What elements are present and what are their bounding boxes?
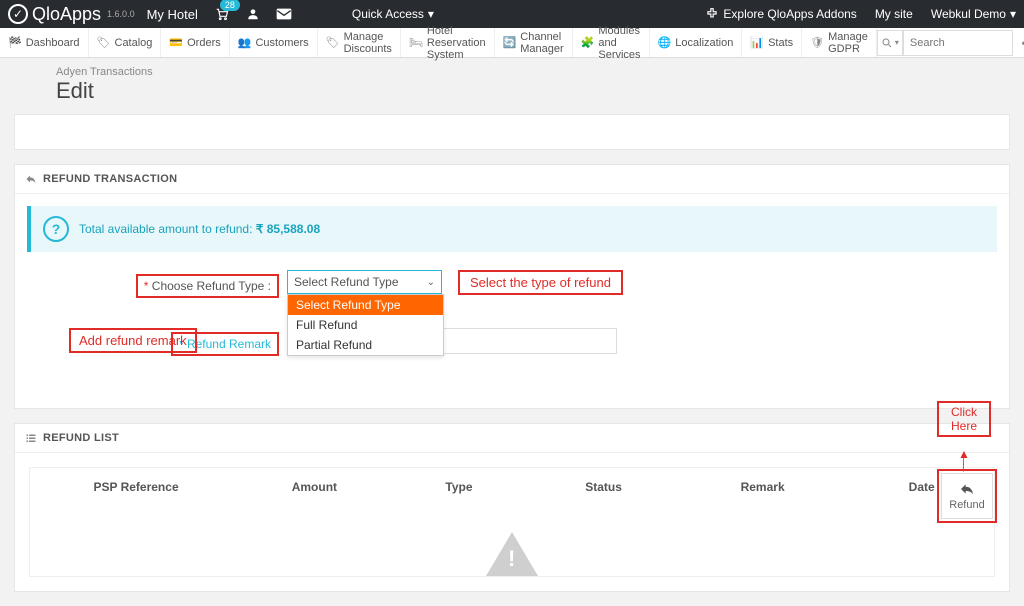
info-total-refund: ? Total available amount to refund: ₹ 85… bbox=[27, 206, 997, 252]
page-title: Edit bbox=[56, 78, 1024, 104]
warning-icon bbox=[486, 532, 538, 576]
nav-label: Modules and Services bbox=[598, 25, 640, 61]
nav-discounts[interactable]: 🏷 Manage Discounts bbox=[318, 28, 401, 57]
table-header: PSP Reference Amount Type Status Remark … bbox=[30, 468, 994, 506]
refresh-icon: 🔄 bbox=[503, 36, 517, 49]
panel-heading-list: REFUND LIST bbox=[15, 424, 1009, 453]
explore-label: Explore QloApps Addons bbox=[723, 7, 856, 21]
info-amount: ₹ 85,588.08 bbox=[256, 222, 320, 236]
annotation-select-type: Select the type of refund bbox=[458, 270, 623, 295]
nav-modules[interactable]: 🧩Modules and Services bbox=[573, 28, 650, 57]
nav-label: Manage Discounts bbox=[344, 31, 392, 55]
mail-icon[interactable] bbox=[276, 8, 292, 20]
card-icon: 💳 bbox=[169, 36, 183, 49]
refund-type-dropdown: Select Refund Type Full Refund Partial R… bbox=[287, 294, 444, 356]
nav-orders[interactable]: 💳 Orders bbox=[161, 28, 229, 57]
nav-label: Catalog bbox=[115, 37, 153, 49]
mysite-link[interactable]: My site bbox=[875, 7, 913, 21]
hotel-link[interactable]: My Hotel bbox=[147, 7, 198, 22]
cart-icon[interactable]: 28 bbox=[214, 7, 230, 21]
list-icon bbox=[25, 432, 37, 444]
globe-icon: 🌐 bbox=[658, 36, 672, 49]
nav-dashboard[interactable]: 🏁 Dashboard bbox=[0, 28, 89, 57]
refund-button-label: Refund bbox=[949, 499, 984, 511]
refund-table: PSP Reference Amount Type Status Remark … bbox=[29, 467, 995, 577]
chevron-down-icon: ⌄ bbox=[427, 277, 435, 288]
nav-label: Hotel Reservation System bbox=[427, 25, 486, 61]
shield-icon: 🛡 bbox=[810, 36, 824, 49]
nav-label: Customers bbox=[255, 37, 308, 49]
nav-label: Manage GDPR bbox=[828, 31, 868, 55]
select-value: Select Refund Type bbox=[294, 275, 399, 289]
nav-label: Dashboard bbox=[26, 37, 80, 49]
panel-heading-refund: REFUND TRANSACTION bbox=[15, 165, 1009, 194]
col-type: Type bbox=[387, 480, 532, 494]
nav-stats[interactable]: 📊 Stats bbox=[742, 28, 802, 57]
panel-title: REFUND LIST bbox=[43, 432, 119, 444]
cart-badge: 28 bbox=[220, 0, 240, 11]
col-status: Status bbox=[531, 480, 676, 494]
tag-icon: 🏷 bbox=[326, 36, 340, 49]
nav-label: Localization bbox=[675, 37, 733, 49]
info-prefix: Total available amount to refund: bbox=[79, 222, 256, 236]
panel-title: REFUND TRANSACTION bbox=[43, 173, 177, 185]
panel-top-remnant bbox=[14, 114, 1010, 150]
user-label: Webkul Demo bbox=[931, 7, 1006, 21]
nav-customers[interactable]: 👥Customers bbox=[230, 28, 318, 57]
annotation-click-here: Click Here bbox=[937, 401, 991, 437]
annotation-add-remark: Add refund remark bbox=[69, 328, 197, 353]
quick-access-label: Quick Access bbox=[352, 7, 424, 21]
topbar: ✓ QloApps 1.6.0.0 My Hotel 28 Quick Acce… bbox=[0, 0, 1024, 28]
label-choose-type: Choose Refund Type : bbox=[152, 279, 271, 293]
bed-icon: 🛏 bbox=[409, 36, 423, 49]
brand-text: QloApps bbox=[32, 4, 101, 25]
quick-access-menu[interactable]: Quick Access ▾ bbox=[352, 7, 434, 21]
nav-label: Channel Manager bbox=[520, 31, 563, 55]
nav-gdpr[interactable]: 🛡 Manage GDPR bbox=[802, 28, 877, 57]
main-nav: 🏁 Dashboard 🏷 Catalog 💳 Orders 👥Customers 🏷… bbox=[0, 28, 1024, 58]
nav-localization[interactable]: 🌐Localization bbox=[650, 28, 743, 57]
caret-down-icon: ▾ bbox=[895, 38, 899, 47]
refund-button[interactable]: Refund bbox=[941, 473, 993, 519]
more-menu[interactable]: ••• bbox=[1013, 36, 1024, 50]
col-psp: PSP Reference bbox=[30, 480, 242, 494]
version-text: 1.6.0.0 bbox=[107, 9, 135, 19]
user-icon[interactable] bbox=[246, 7, 260, 21]
brand-logo[interactable]: ✓ QloApps 1.6.0.0 bbox=[8, 4, 135, 25]
nav-hotel[interactable]: 🛏Hotel Reservation System bbox=[401, 28, 495, 57]
search-scope-button[interactable]: ▾ bbox=[877, 30, 903, 56]
arrow-up-icon: ▲│ bbox=[937, 449, 991, 469]
option-select[interactable]: Select Refund Type bbox=[288, 295, 443, 315]
check-icon: ✓ bbox=[8, 4, 28, 24]
explore-addons-link[interactable]: Explore QloApps Addons bbox=[705, 7, 856, 21]
nav-label: Stats bbox=[768, 37, 793, 49]
gauge-icon: 🏁 bbox=[8, 36, 22, 49]
users-icon: 👥 bbox=[238, 36, 252, 49]
caret-down-icon: ▾ bbox=[428, 7, 434, 21]
breadcrumb: Adyen Transactions bbox=[56, 66, 1024, 78]
reply-icon bbox=[25, 173, 37, 185]
caret-down-icon: ▾ bbox=[1010, 7, 1016, 21]
puzzle-icon: 🧩 bbox=[581, 36, 595, 49]
nav-channel[interactable]: 🔄Channel Manager bbox=[495, 28, 573, 57]
panel-refund-list: REFUND LIST PSP Reference Amount Type St… bbox=[14, 423, 1010, 592]
empty-state bbox=[30, 506, 994, 576]
user-menu[interactable]: Webkul Demo ▾ bbox=[931, 7, 1016, 21]
refund-type-select[interactable]: Select Refund Type ⌄ Select Refund Type … bbox=[287, 270, 442, 294]
nav-catalog[interactable]: 🏷 Catalog bbox=[89, 28, 162, 57]
question-icon: ? bbox=[43, 216, 69, 242]
col-remark: Remark bbox=[676, 480, 850, 494]
col-amount: Amount bbox=[242, 480, 387, 494]
label-remark: Refund Remark bbox=[187, 337, 271, 351]
option-full[interactable]: Full Refund bbox=[288, 315, 443, 335]
option-partial[interactable]: Partial Refund bbox=[288, 335, 443, 355]
reply-icon bbox=[958, 481, 976, 497]
nav-label: Orders bbox=[187, 37, 221, 49]
chart-icon: 📊 bbox=[750, 36, 764, 49]
tags-icon: 🏷 bbox=[97, 36, 111, 49]
panel-refund-transaction: REFUND TRANSACTION ? Total available amo… bbox=[14, 164, 1010, 409]
search-input[interactable] bbox=[903, 30, 1013, 56]
